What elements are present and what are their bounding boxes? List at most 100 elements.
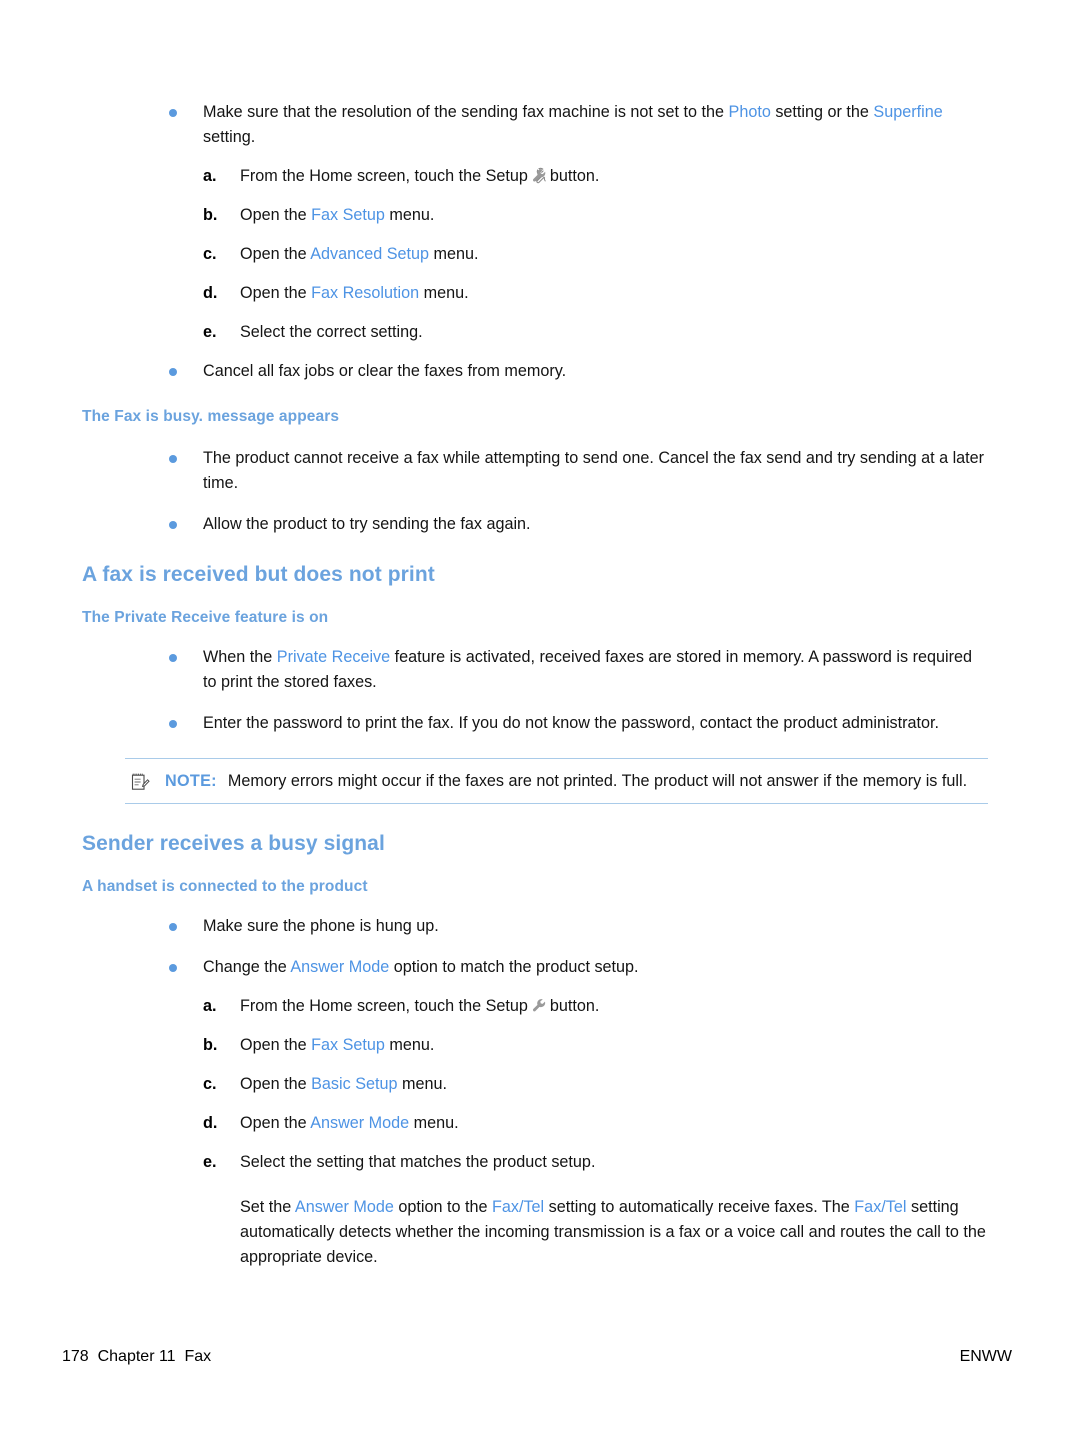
step-text: Open the (240, 284, 312, 302)
list-item: a. From the Home screen, touch the Setup… (82, 164, 988, 189)
note-icon (130, 772, 150, 792)
bullet-list-private-receive: When the Private Receive feature is acti… (82, 645, 988, 736)
list-item: a. From the Home screen, touch the Setup… (82, 994, 988, 1019)
wrench-icon (531, 167, 548, 184)
list-item: Change the Answer Mode option to match t… (82, 955, 988, 980)
bullet-text-part: When the (203, 648, 277, 666)
step-marker: b. (203, 206, 218, 224)
bullet-dot-icon (169, 923, 177, 931)
footer-right: ENWW (959, 1348, 1012, 1365)
bullet-dot-icon (169, 109, 177, 117)
bullet-list-cancel-jobs: Cancel all fax jobs or clear the faxes f… (82, 359, 988, 384)
list-item: c. Open the Basic Setup menu. (82, 1072, 988, 1097)
bullet-dot-icon (169, 521, 177, 529)
step-marker: c. (203, 245, 217, 263)
step-text: menu. (419, 284, 469, 302)
step-marker: c. (203, 1075, 217, 1093)
ui-term-fax-tel: Fax/Tel (491, 1198, 545, 1216)
list-item: Cancel all fax jobs or clear the faxes f… (82, 359, 988, 384)
step-marker: d. (203, 1114, 218, 1132)
list-item: d. Open the Fax Resolution menu. (82, 281, 988, 306)
list-item: Make sure the phone is hung up. (82, 914, 988, 939)
step-text: menu. (384, 1036, 435, 1054)
bullet-text-part: Make sure that the resolution of the sen… (203, 103, 729, 121)
ui-term-fax-resolution: Fax Resolution (311, 284, 420, 302)
bullet-text-part: The product cannot receive a fax while a… (203, 449, 985, 492)
list-item: c. Open the Advanced Setup menu. (82, 242, 988, 267)
list-item: The product cannot receive a fax while a… (82, 446, 988, 496)
heading-sender-busy-signal: Sender receives a busy signal (82, 832, 385, 855)
subheading-handset-connected: A handset is connected to the product (82, 878, 368, 895)
list-item: Enter the password to print the fax. If … (82, 711, 988, 736)
paragraph-fax-tel-explanation: Set the Answer Mode option to the Fax/Te… (82, 1195, 988, 1270)
step-text: Select the setting that matches the prod… (240, 1153, 596, 1171)
bullet-text-part: setting or the (770, 103, 874, 121)
bullet-dot-icon (169, 654, 177, 662)
ui-term-fax-setup: Fax Setup (311, 206, 385, 224)
step-text: menu. (409, 1114, 459, 1132)
footer-left: 178 Chapter 11 Fax (62, 1348, 211, 1366)
ui-term-answer-mode: Answer Mode (290, 958, 390, 976)
step-text: Open the (240, 1036, 312, 1054)
step-marker: b. (203, 1036, 218, 1054)
bullet-dot-icon (169, 455, 177, 463)
step-text: menu. (397, 1075, 447, 1093)
footer-section: Fax (184, 1348, 212, 1365)
bullet-text-part: Enter the password to print the fax. If … (203, 714, 940, 732)
ui-term-fax-tel: Fax/Tel (854, 1198, 907, 1216)
step-text: Open the (240, 245, 311, 263)
step-text: Select the correct setting. (240, 323, 423, 341)
footer-chapter: Chapter 11 (97, 1348, 176, 1365)
bullet-text-part: Change the (203, 958, 291, 976)
note-callout: NOTE: Memory errors might occur if the fa… (125, 758, 988, 804)
list-item: b. Open the Fax Setup menu. (82, 203, 988, 228)
step-text: menu. (384, 206, 435, 224)
bullet-text-part: setting. (203, 128, 256, 146)
bullet-list-resolution: Make sure that the resolution of the sen… (82, 100, 988, 150)
bullet-dot-icon (169, 720, 177, 728)
step-text: button. (549, 167, 600, 185)
step-text: Open the (240, 206, 312, 224)
bullet-text-part: Allow the product to try sending the fax… (203, 515, 531, 533)
ui-term-fax-setup: Fax Setup (311, 1036, 385, 1054)
list-item: e. Select the setting that matches the p… (82, 1150, 988, 1175)
step-text: Open the (240, 1114, 311, 1132)
ordered-steps-answer-mode: a. From the Home screen, touch the Setup… (82, 994, 988, 1175)
ui-term-private-receive: Private Receive (276, 648, 391, 666)
para-text-part: setting to automatically receive faxes. … (544, 1198, 855, 1216)
ui-term-basic-setup: Basic Setup (311, 1075, 398, 1093)
note-body: NOTE: Memory errors might occur if the fa… (125, 769, 988, 794)
step-text: From the Home screen, touch the Setup (240, 997, 528, 1015)
bullet-text-part: option to match the product setup. (389, 958, 639, 976)
bullet-dot-icon (169, 964, 177, 972)
bullet-text-part: Cancel all fax jobs or clear the faxes f… (203, 362, 567, 380)
list-item: Make sure that the resolution of the sen… (82, 100, 988, 150)
ordered-steps-fax-resolution: a. From the Home screen, touch the Setup… (82, 164, 988, 345)
heading-fax-received-not-print: A fax is received but does not print (82, 563, 435, 586)
step-marker: e. (203, 1153, 217, 1171)
list-item: When the Private Receive feature is acti… (82, 645, 988, 695)
step-text: From the Home screen, touch the Setup (240, 167, 528, 185)
list-item: d. Open the Answer Mode menu. (82, 1111, 988, 1136)
list-item: b. Open the Fax Setup menu. (82, 1033, 988, 1058)
list-item: e. Select the correct setting. (82, 320, 988, 345)
step-text: Open the (240, 1075, 312, 1093)
wrench-icon (531, 997, 548, 1014)
ui-term-answer-mode: Answer Mode (294, 1198, 394, 1216)
page-content: Make sure that the resolution of the sen… (82, 100, 988, 1270)
step-marker: a. (203, 167, 217, 185)
bullet-text-part: Make sure the phone is hung up. (203, 917, 439, 935)
step-marker: e. (203, 323, 217, 341)
subheading-fax-busy: The Fax is busy. message appears (82, 408, 340, 425)
bullet-dot-icon (169, 368, 177, 376)
page-footer: 178 Chapter 11 Fax ENWW (0, 1348, 1080, 1372)
bullet-list-handset: Make sure the phone is hung up. Change t… (82, 914, 988, 980)
bullet-list-fax-busy: The product cannot receive a fax while a… (82, 446, 988, 537)
note-label: NOTE: (165, 772, 217, 790)
ui-term-advanced-setup: Advanced Setup (310, 245, 430, 263)
para-text-part: Set the (240, 1198, 295, 1216)
ui-term-superfine: Superfine (873, 103, 943, 121)
ui-term-answer-mode: Answer Mode (310, 1114, 410, 1132)
para-text-part: option to the (393, 1198, 492, 1216)
list-item: Allow the product to try sending the fax… (82, 512, 988, 537)
